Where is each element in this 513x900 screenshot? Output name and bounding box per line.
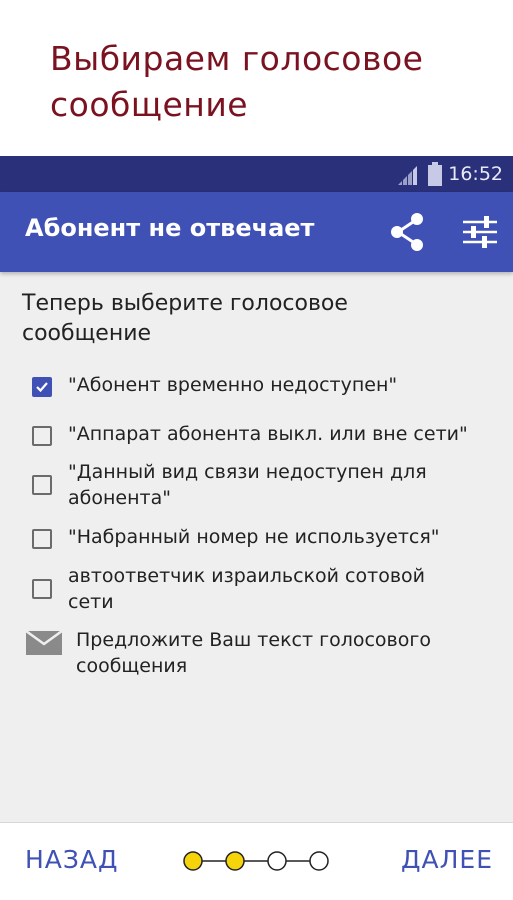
option-service-unavailable[interactable]: "Данный вид связи недоступен для абонент… xyxy=(30,459,500,515)
status-time: 16:52 xyxy=(448,163,503,185)
next-button[interactable]: ДАЛЕЕ xyxy=(401,845,493,874)
promo-title-line2: сообщение xyxy=(50,85,249,124)
progress-stepper xyxy=(183,851,329,871)
option-label: "Аппарат абонента выкл. или вне сети" xyxy=(68,423,468,445)
check-icon xyxy=(36,382,48,393)
checkbox-checked[interactable] xyxy=(32,377,52,397)
option-phone-off[interactable]: "Аппарат абонента выкл. или вне сети" xyxy=(30,421,500,455)
instruction-line2: сообщение xyxy=(22,321,152,346)
checkbox[interactable] xyxy=(32,426,52,446)
option-label: автоответчик израильской сотовой сети xyxy=(68,565,425,613)
step-dot-pending xyxy=(309,851,329,871)
option-label: "Данный вид связи недоступен для абонент… xyxy=(68,461,427,509)
step-dot-complete xyxy=(225,851,245,871)
share-button[interactable] xyxy=(386,210,430,254)
status-bar: 16:52 xyxy=(0,156,513,192)
share-icon xyxy=(391,213,423,251)
promo-title: Выбираем голосовое сообщение xyxy=(50,36,490,128)
checkbox[interactable] xyxy=(32,529,52,549)
app-title: Абонент не отвечает xyxy=(25,214,315,242)
promo-title-line1: Выбираем голосовое xyxy=(50,39,424,78)
option-label: "Набранный номер не используется" xyxy=(68,526,440,548)
checkbox[interactable] xyxy=(32,579,52,599)
promo-header: Выбираем голосовое сообщение xyxy=(0,0,513,156)
bottom-nav: НАЗАД ДАЛЕЕ xyxy=(0,822,513,900)
suggest-own-text[interactable]: Предложите Ваш текст голосового сообщени… xyxy=(26,627,496,683)
envelope-icon xyxy=(26,631,62,655)
instruction-text: Теперь выберите голосовое сообщение xyxy=(22,289,492,349)
battery-icon xyxy=(428,162,442,186)
step-dot-complete xyxy=(183,851,203,871)
option-unavailable[interactable]: "Абонент временно недоступен" xyxy=(30,372,500,406)
app-bar: Абонент не отвечает xyxy=(0,192,513,272)
option-number-not-used[interactable]: "Набранный номер не используется" xyxy=(30,524,500,558)
sliders-icon xyxy=(463,216,497,248)
step-dot-pending xyxy=(267,851,287,871)
signal-icon xyxy=(398,166,417,185)
suggest-label: Предложите Ваш текст голосового сообщени… xyxy=(76,629,431,677)
phone-screen: 16:52 Абонент не отвечает Теперь выберит… xyxy=(0,156,513,900)
checkbox[interactable] xyxy=(32,475,52,495)
option-israeli-voicemail[interactable]: автоответчик израильской сотовой сети xyxy=(30,563,500,619)
instruction-line1: Теперь выберите голосовое xyxy=(22,291,348,316)
back-button[interactable]: НАЗАД xyxy=(25,845,119,874)
settings-button[interactable] xyxy=(458,210,502,254)
option-label: "Абонент временно недоступен" xyxy=(68,374,398,396)
